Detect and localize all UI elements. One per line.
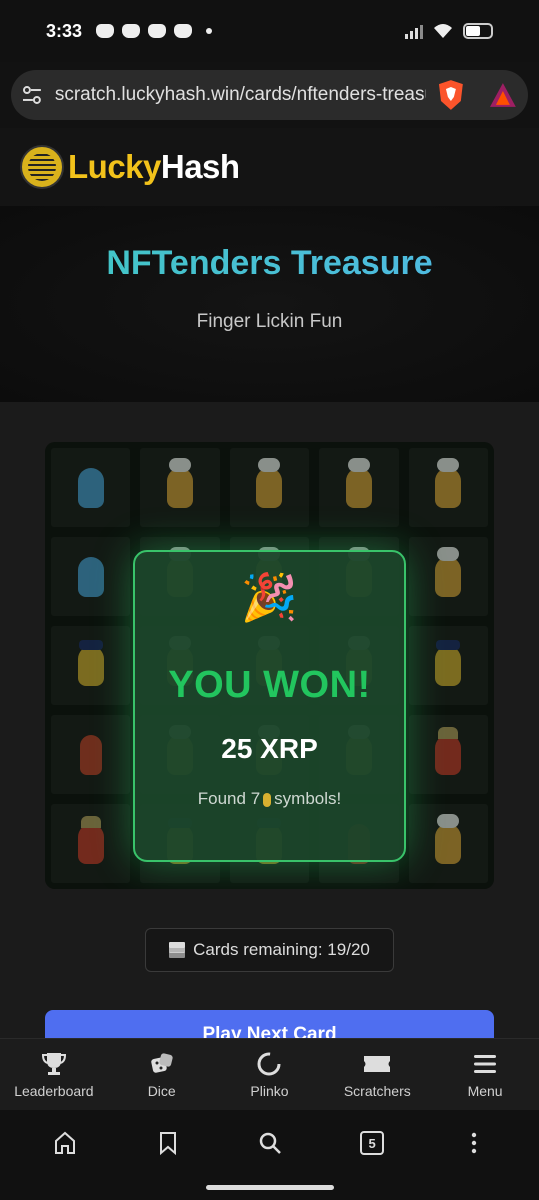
nav-leaderboard[interactable]: Leaderboard: [0, 1039, 108, 1110]
home-icon[interactable]: [52, 1130, 78, 1156]
dice-icon: [150, 1053, 173, 1073]
discord-icon: [122, 24, 141, 38]
site-logo-text[interactable]: LuckyHash: [68, 148, 240, 186]
discord-icon: [148, 24, 167, 38]
message-icon: [174, 24, 193, 38]
win-modal: 🎉 YOU WON! 25 XRP Found 7 symbols!: [133, 550, 406, 862]
nav-plinko[interactable]: Plinko: [216, 1039, 324, 1110]
brave-rewards-icon[interactable]: [488, 81, 518, 109]
wifi-icon: [434, 24, 452, 38]
site-header: LuckyHash: [0, 128, 539, 206]
page-subtitle: Finger Lickin Fun: [196, 311, 343, 332]
more-options-icon[interactable]: [461, 1130, 487, 1156]
nav-scratchers[interactable]: Scratchers: [323, 1039, 431, 1110]
bookmark-icon[interactable]: [155, 1130, 181, 1156]
party-popper-icon: 🎉: [240, 571, 299, 623]
status-time: 3:33: [46, 20, 83, 41]
main-content: 🎉 YOU WON! 25 XRP Found 7 symbols! Cards …: [0, 402, 539, 1056]
scratch-card[interactable]: 🎉 YOU WON! 25 XRP Found 7 symbols!: [45, 442, 494, 889]
tender-symbol-icon: [263, 792, 272, 807]
nav-dice[interactable]: Dice: [108, 1039, 216, 1110]
browser-toolbar: 5: [0, 1110, 539, 1200]
system-icons: [405, 23, 493, 39]
url-text[interactable]: scratch.luckyhash.win/cards/nftenders-tr…: [55, 84, 427, 106]
trophy-icon: [41, 1053, 66, 1075]
battery-icon: [463, 23, 493, 39]
gesture-home-bar[interactable]: [206, 1185, 334, 1190]
page-title: NFTenders Treasure: [0, 244, 539, 283]
notification-icons: [96, 24, 213, 38]
site-settings-icon[interactable]: [21, 84, 43, 106]
win-amount: 25 XRP: [221, 733, 318, 764]
cards-remaining-badge: Cards remaining: 19/20: [145, 928, 394, 972]
search-icon[interactable]: [257, 1130, 283, 1156]
brave-shields-icon[interactable]: [436, 79, 466, 111]
more-notifications-icon: [206, 28, 213, 34]
ticket-icon: [364, 1056, 391, 1072]
game-hero: NFTenders Treasure Finger Lickin Fun: [0, 206, 539, 402]
cards-remaining-text: Cards remaining: 19/20: [193, 940, 370, 959]
menu-icon: [474, 1055, 497, 1073]
nav-menu[interactable]: Menu: [431, 1039, 539, 1110]
discord-icon: [96, 24, 115, 38]
plinko-icon: [257, 1052, 281, 1076]
win-details: Found 7 symbols!: [197, 789, 342, 808]
tabs-button[interactable]: 5: [360, 1131, 385, 1155]
signal-icon: [405, 23, 423, 39]
luckyhash-logo-icon[interactable]: [20, 145, 64, 189]
win-headline: YOU WON!: [168, 664, 371, 706]
layers-icon: [169, 942, 186, 958]
address-bar[interactable]: scratch.luckyhash.win/cards/nftenders-tr…: [11, 70, 528, 120]
site-bottom-nav: Leaderboard Dice Plinko Scratchers Menu: [0, 1038, 539, 1110]
status-bar: 3:33: [0, 0, 539, 62]
